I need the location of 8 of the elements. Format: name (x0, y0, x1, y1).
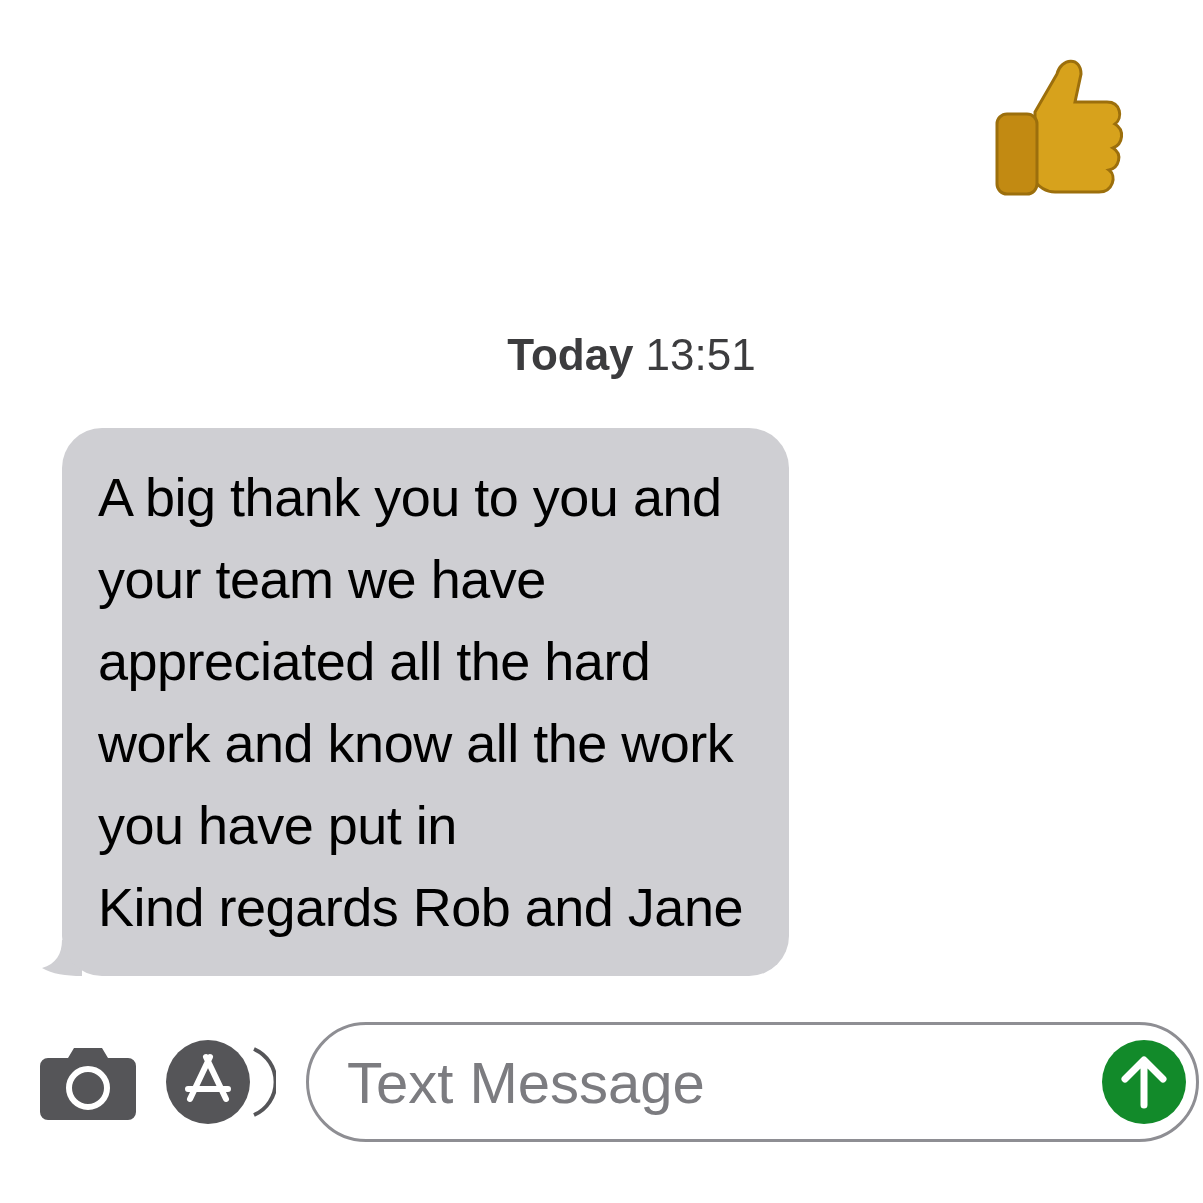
message-field[interactable]: Text Message (306, 1022, 1199, 1142)
timestamp-time: 13:51 (645, 330, 756, 380)
arrow-up-icon (1119, 1055, 1169, 1109)
message-input-field[interactable]: Text Message (345, 1047, 1102, 1117)
app-store-button[interactable] (166, 1039, 276, 1125)
timestamp-day: Today (507, 330, 634, 380)
send-button[interactable] (1102, 1040, 1186, 1124)
message-bubble: A big thank you to you and your team we have appreciated all the hard work and know all the work you have put in Kind regards Rob and Jane (62, 428, 789, 976)
